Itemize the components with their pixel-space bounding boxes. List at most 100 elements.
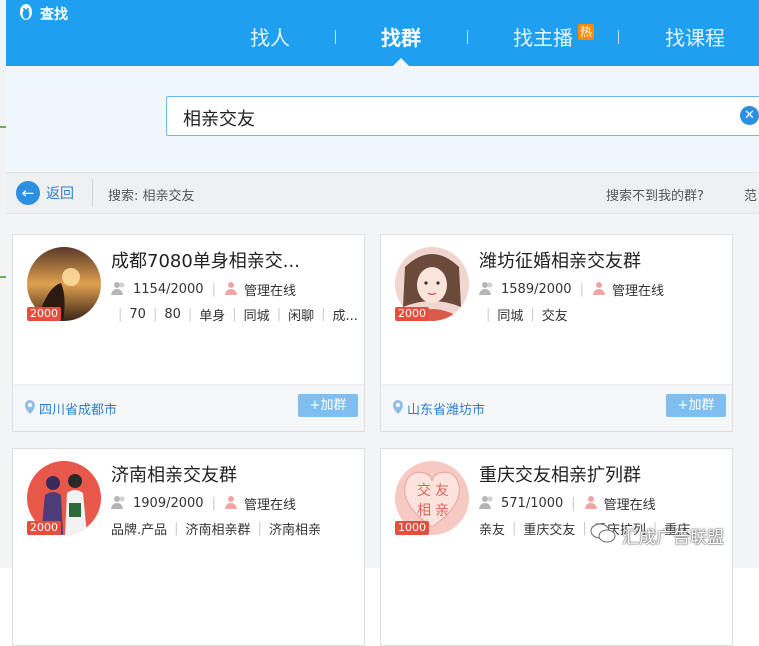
tag-separator: | — [257, 521, 262, 536]
group-stats: 1909/2000 | 管理在线 — [111, 494, 296, 513]
stat-separator: | — [571, 496, 576, 511]
tag-list: | 同城 | 交友 — [479, 305, 568, 324]
member-count: 571/1000 — [501, 496, 564, 511]
join-group-button[interactable]: +加群 — [666, 394, 726, 417]
capacity-badge: 2000 — [27, 521, 61, 535]
admin-icon — [592, 281, 606, 299]
group-card[interactable]: 2000 济南相亲交友群 1909/2000 | 管理在线 品牌.产品 | 济南… — [12, 448, 365, 646]
tag: 亲友 — [479, 523, 506, 538]
card-footer: 山东省潍坊市 +加群 — [381, 384, 732, 431]
location: 山东省潍坊市 — [393, 399, 485, 418]
group-stats: 1589/2000 | 管理在线 — [479, 280, 664, 299]
back-button[interactable]: ← 返回 — [16, 181, 74, 205]
group-title[interactable]: 成都7080单身相亲交... — [111, 247, 300, 273]
stat-separator: | — [211, 282, 216, 297]
search-area: 相亲交友 ✕ — [6, 66, 759, 172]
tag-separator: | — [152, 307, 158, 322]
members-icon — [479, 281, 495, 299]
capacity-badge: 2000 — [27, 307, 61, 321]
members-icon — [111, 281, 127, 299]
back-label: 返回 — [46, 186, 74, 202]
admin-icon — [224, 495, 238, 513]
group-title[interactable]: 济南相亲交友群 — [111, 461, 237, 487]
tab-bar: 找人 找群 找主播 热 找课程 — [6, 0, 759, 66]
tab-find-courses[interactable]: 找课程 — [665, 22, 725, 51]
card-footer: 四川省成都市 +加群 — [13, 384, 364, 431]
group-card[interactable]: 2000 成都7080单身相亲交... 1154/2000 | 管理在线 | 7… — [12, 234, 365, 432]
tag: 70 — [129, 307, 146, 322]
tag: 单身 — [199, 309, 226, 324]
tab-find-people[interactable]: 找人 — [250, 22, 290, 51]
avatar-char: 交 — [417, 482, 431, 499]
admin-status: 管理在线 — [243, 498, 296, 513]
tag: 品牌.产品 — [111, 523, 168, 538]
tag: 重庆交友 — [523, 523, 576, 538]
watermark-text: 汇成广告联盟 — [622, 528, 724, 548]
location-text: 山东省潍坊市 — [407, 403, 486, 418]
tag-separator: | — [321, 307, 326, 322]
tag: 交友 — [541, 309, 568, 324]
results-grid: 2000 成都7080单身相亲交... 1154/2000 | 管理在线 | 7… — [6, 214, 759, 646]
tag-list: | 70 | 80 | 单身 | 同城 | 闲聊 | 成... — [111, 305, 358, 324]
cannot-find-group-link[interactable]: 搜索不到我的群? — [606, 185, 704, 204]
capacity-badge: 2000 — [395, 307, 429, 321]
back-arrow-icon: ← — [16, 181, 40, 205]
tag: 80 — [164, 307, 181, 322]
tab-find-streamers[interactable]: 找主播 — [513, 22, 573, 51]
location: 四川省成都市 — [25, 399, 117, 418]
avatar-char: 亲 — [435, 503, 449, 519]
avatar-char: 友 — [435, 483, 449, 499]
group-title[interactable]: 重庆交友相亲扩列群 — [479, 461, 641, 487]
tag-separator: | — [118, 307, 123, 322]
group-stats: 571/1000 | 管理在线 — [479, 494, 656, 513]
members-icon — [479, 495, 495, 513]
location-text: 四川省成都市 — [39, 403, 118, 418]
watermark: 汇成广告联盟 — [590, 522, 724, 549]
admin-icon — [224, 281, 238, 299]
nav-separator — [92, 179, 93, 207]
chat-bubble-icon — [590, 522, 616, 549]
group-stats: 1154/2000 | 管理在线 — [111, 280, 296, 299]
active-tab-pointer — [393, 58, 409, 66]
tag: 同城 — [497, 309, 524, 324]
hot-badge: 热 — [578, 24, 595, 40]
tag: 济南相亲 — [268, 523, 321, 538]
location-pin-icon — [393, 399, 403, 418]
avatar-char: 相 — [417, 503, 431, 519]
member-count: 1154/2000 — [133, 282, 204, 297]
member-count: 1589/2000 — [501, 282, 572, 297]
tab-separator — [618, 30, 619, 44]
search-breadcrumb: 搜索: 相亲交友 — [108, 189, 195, 204]
tag-separator: | — [232, 307, 237, 322]
navigation-bar: ← 返回 搜索: 相亲交友 搜索不到我的群? 范 — [6, 172, 759, 214]
stat-separator: | — [211, 496, 216, 511]
range-link[interactable]: 范 — [744, 185, 757, 204]
stat-separator: | — [579, 282, 584, 297]
tag-separator: | — [276, 307, 282, 322]
tag: 同城 — [243, 309, 270, 324]
group-card[interactable]: 2000 潍坊征婚相亲交友群 1589/2000 | 管理在线 | 同城 | 交… — [380, 234, 733, 432]
tag-list: 品牌.产品 | 济南相亲群 | 济南相亲 — [111, 519, 321, 538]
header-bar: 查找 找人 找群 找主播 热 找课程 — [6, 0, 759, 66]
search-input[interactable]: 相亲交友 ✕ — [166, 96, 759, 136]
admin-icon — [584, 495, 598, 513]
tag-separator: | — [187, 307, 193, 322]
tag-separator: | — [512, 521, 517, 536]
group-title[interactable]: 潍坊征婚相亲交友群 — [479, 247, 641, 273]
tag: 闲聊 — [288, 309, 315, 324]
capacity-badge: 1000 — [395, 521, 429, 535]
search-input-value: 相亲交友 — [183, 109, 255, 130]
tag: 济南相亲群 — [185, 523, 251, 538]
tag-separator: | — [582, 521, 587, 536]
admin-status: 管理在线 — [611, 284, 664, 299]
tab-separator — [467, 30, 468, 44]
member-count: 1909/2000 — [133, 496, 204, 511]
tab-find-groups[interactable]: 找群 — [381, 22, 421, 51]
tag-separator: | — [486, 307, 491, 322]
clear-search-icon[interactable]: ✕ — [740, 106, 759, 125]
join-group-button[interactable]: +加群 — [298, 394, 358, 417]
admin-status: 管理在线 — [243, 284, 296, 299]
tag-separator: | — [174, 521, 179, 536]
members-icon — [111, 495, 127, 513]
tag-separator: | — [530, 307, 535, 322]
